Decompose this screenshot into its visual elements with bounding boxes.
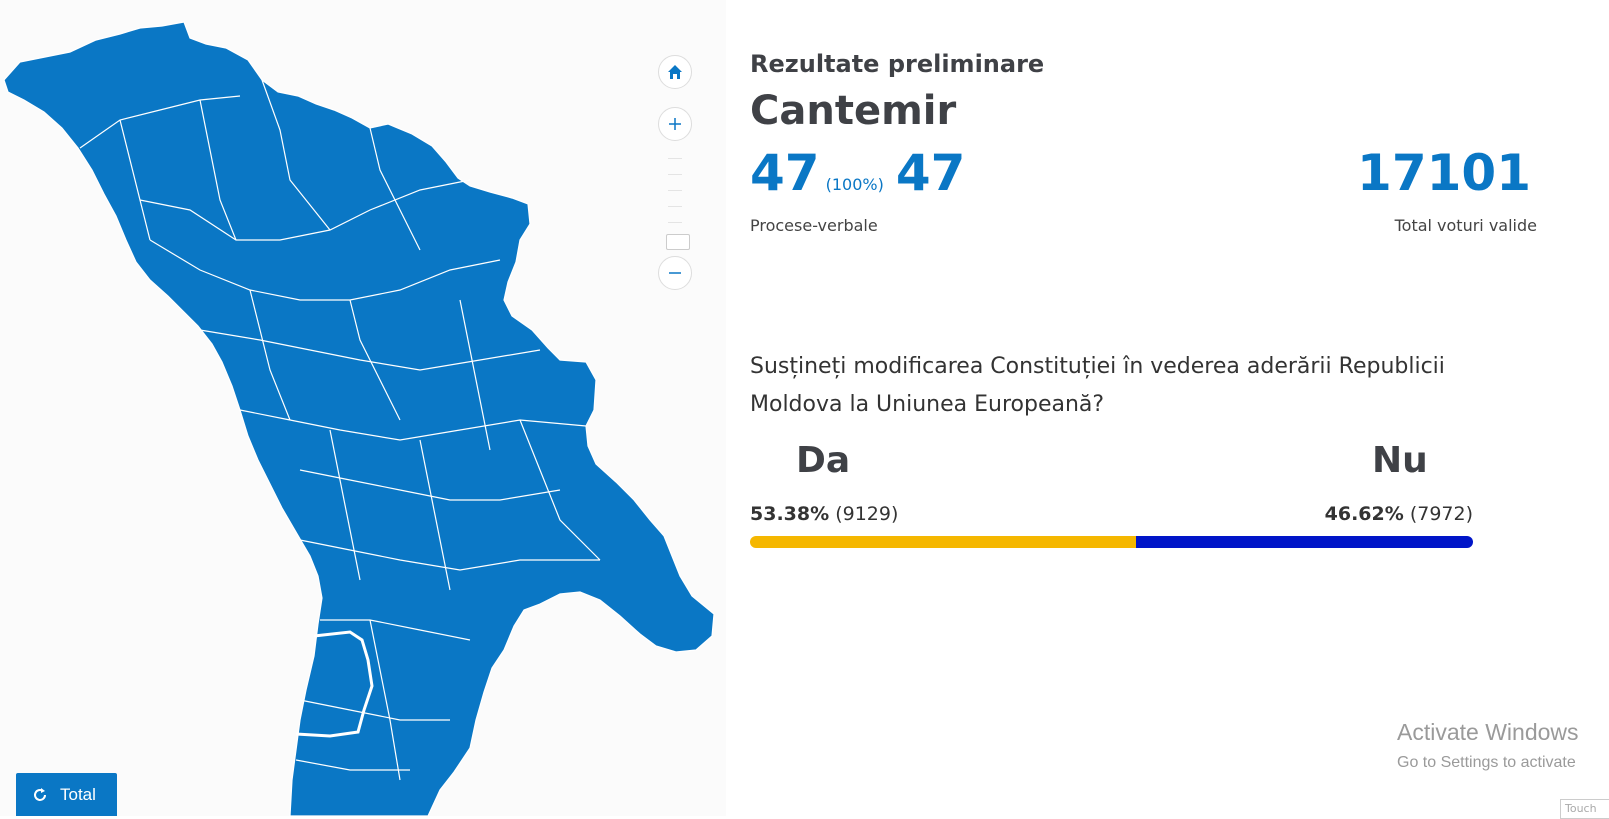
answer-nu-percent: 46.62% (1324, 503, 1404, 525)
activate-windows-title: Activate Windows (1397, 719, 1579, 745)
zoom-out-button[interactable] (658, 256, 692, 290)
results-panel: Rezultate preliminare Cantemir 47 (100%)… (750, 0, 1609, 816)
answer-da-count: (9129) (835, 503, 899, 525)
refresh-icon (34, 787, 46, 801)
country-shape[interactable] (3, 21, 715, 816)
zoom-tick (668, 206, 682, 207)
zoom-in-button[interactable] (658, 107, 692, 141)
protocols-label: Procese-verbale (750, 216, 878, 235)
zoom-tick (668, 190, 682, 191)
answer-da-result: 53.38% (9129) (750, 503, 898, 525)
district-name: Cantemir (750, 88, 957, 134)
zoom-tick (668, 174, 682, 175)
total-button-label: Total (60, 784, 96, 804)
zoom-slider-handle[interactable] (666, 234, 690, 250)
map-panel[interactable]: Total (0, 0, 726, 816)
district-map[interactable] (0, 0, 726, 816)
plus-icon (669, 118, 681, 130)
results-subtitle: Rezultate preliminare (750, 50, 1045, 78)
answer-da-title: Da (796, 440, 851, 481)
protocols-received: 47 (750, 144, 820, 202)
valid-votes-label: Total voturi valide (1394, 216, 1537, 235)
referendum-question: Susțineți modificarea Constituției în ve… (750, 354, 1445, 417)
answer-da-percent: 53.38% (750, 503, 830, 525)
total-button[interactable]: Total (16, 773, 117, 816)
activate-windows-subtitle: Go to Settings to activate (1397, 754, 1576, 771)
answer-nu-count: (7972) (1409, 503, 1473, 525)
minus-icon (669, 272, 681, 274)
result-bar-nu (1135, 536, 1473, 548)
answer-nu-title: Nu (1372, 440, 1428, 481)
answer-nu-result: 46.62% (7972) (1325, 503, 1473, 525)
protocols-percent: (100%) (825, 175, 884, 194)
result-bar-da (750, 536, 1136, 548)
home-button[interactable] (658, 55, 692, 89)
zoom-tick (668, 222, 682, 223)
result-bar (750, 536, 1473, 548)
home-icon (668, 65, 682, 79)
zoom-tick (668, 158, 682, 159)
protocols-counter: 47 (100%) 47 (750, 148, 965, 198)
touch-keyboard-button[interactable]: Touch (1560, 799, 1609, 819)
valid-votes-value: 17101 (1357, 144, 1531, 202)
protocols-total: 47 (895, 144, 966, 202)
